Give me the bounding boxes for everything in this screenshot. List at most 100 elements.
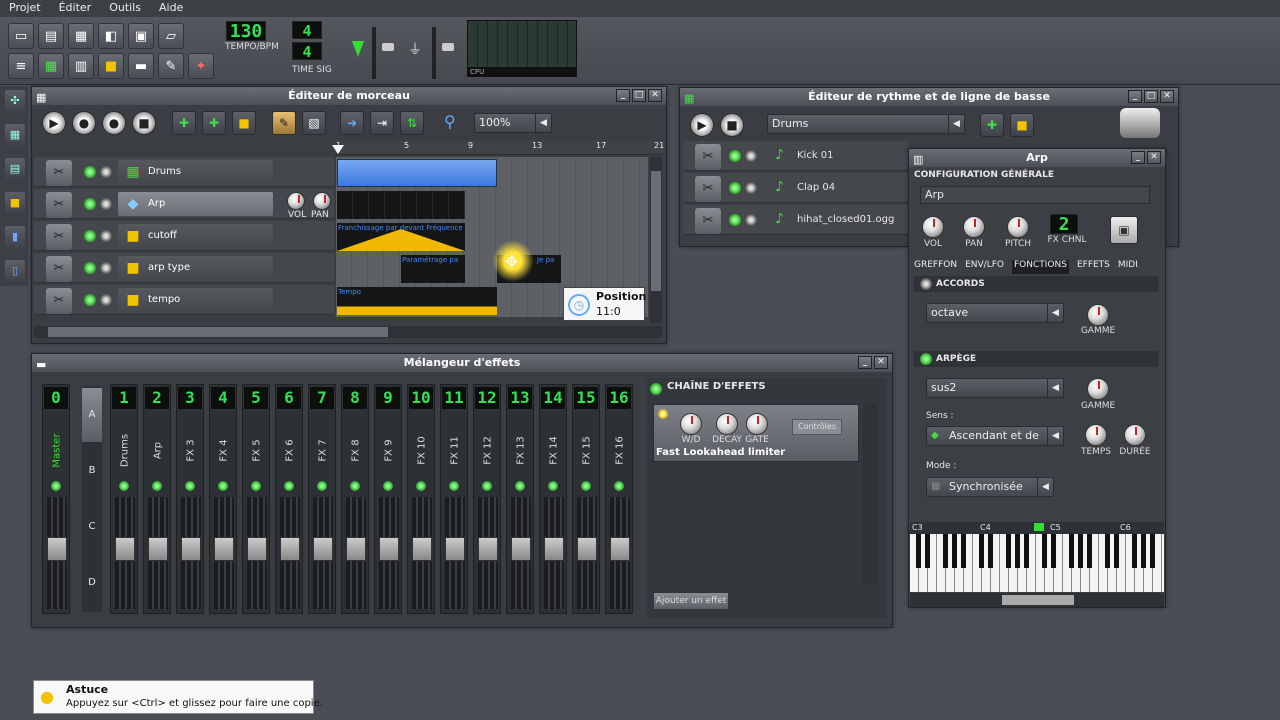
channel-mute-led[interactable] <box>548 481 558 491</box>
solo-led[interactable] <box>100 262 112 274</box>
tab-greffon[interactable]: GREFFON <box>914 260 957 274</box>
mixer-channel[interactable]: 15 FX 15 <box>572 384 600 614</box>
save-preset-icon[interactable]: ▣ <box>1110 216 1138 244</box>
controller-rack-icon[interactable]: ✦ <box>188 53 214 79</box>
bank-c-button[interactable]: C <box>82 500 102 554</box>
my-samples-icon[interactable]: ▤ <box>5 158 25 180</box>
minimize-button[interactable]: _ <box>616 89 630 102</box>
black-key[interactable] <box>1069 534 1074 568</box>
channel-mute-led[interactable] <box>251 481 261 491</box>
black-key[interactable] <box>1132 534 1137 568</box>
arp-vol-knob[interactable] <box>922 216 944 238</box>
fader-handle[interactable] <box>148 537 168 561</box>
channel-mute-led[interactable] <box>614 481 624 491</box>
fader-handle[interactable] <box>544 537 564 561</box>
track-actions-icon[interactable]: ✂ <box>46 160 72 186</box>
automation-editor-icon[interactable]: ■ <box>98 53 124 79</box>
record-button[interactable]: ● <box>72 111 96 135</box>
fader-handle[interactable] <box>47 537 67 561</box>
playhead-marker[interactable] <box>332 145 344 154</box>
close-button[interactable]: ✕ <box>648 89 662 102</box>
channel-mute-led[interactable] <box>218 481 228 491</box>
fader-handle[interactable] <box>280 537 300 561</box>
black-key[interactable] <box>925 534 930 568</box>
black-key[interactable] <box>961 534 966 568</box>
direction-select[interactable]: ◆ Ascendant et de ◀ <box>926 426 1064 446</box>
beat-editor-icon[interactable]: ≡ <box>8 53 34 79</box>
mute-led[interactable] <box>84 166 96 178</box>
mixer-channel[interactable]: 10 FX 10 <box>407 384 435 614</box>
bank-d-button[interactable]: D <box>82 556 102 610</box>
beat-track-label[interactable]: Clap 04 <box>797 182 835 193</box>
draw-mode-button[interactable]: ✎ <box>272 111 296 135</box>
black-key[interactable] <box>1105 534 1110 568</box>
solo-led[interactable] <box>100 198 112 210</box>
pan-knob[interactable] <box>313 192 331 210</box>
master-pitch-slider[interactable] <box>432 27 436 79</box>
channel-mute-led[interactable] <box>152 481 162 491</box>
song-editor-icon[interactable]: ▦ <box>38 53 64 79</box>
play-button[interactable]: ▶ <box>42 111 66 135</box>
solo-led[interactable] <box>745 214 757 226</box>
mixer-channel[interactable]: 5 FX 5 <box>242 384 270 614</box>
mixer-channel[interactable]: 0 Master <box>42 384 70 614</box>
new-from-template-icon[interactable]: ▤ <box>38 23 64 49</box>
channel-mute-led[interactable] <box>515 481 525 491</box>
fader-handle[interactable] <box>181 537 201 561</box>
arp-type-clip-1[interactable]: Paramétrage pa <box>401 255 465 283</box>
menu-outils[interactable]: Outils <box>100 0 150 17</box>
vertical-scrollbar[interactable] <box>650 157 662 323</box>
scroll-thumb[interactable] <box>651 171 661 291</box>
wd-knob[interactable] <box>680 413 702 435</box>
tab-fonctions[interactable]: FONCTIONS <box>1011 260 1069 274</box>
menu-projet[interactable]: Projet <box>0 0 50 17</box>
controls-button[interactable]: Contrôles <box>792 419 842 435</box>
base-note-marker[interactable] <box>1034 523 1044 531</box>
arp-window-title[interactable]: ▥ Arp _ ✕ <box>909 149 1165 167</box>
beat-play-button[interactable]: ▶ <box>690 113 714 137</box>
song-editor-title[interactable]: ▦ Éditeur de morceau _ □ ✕ <box>32 87 666 105</box>
fader-handle[interactable] <box>478 537 498 561</box>
track-name-drums[interactable]: ▦ Drums <box>118 160 273 184</box>
channel-mute-led[interactable] <box>284 481 294 491</box>
piano-keyboard[interactable] <box>910 534 1164 592</box>
stop-behaviour-button[interactable]: ⇅ <box>400 111 424 135</box>
add-beat-track-button[interactable]: ✚ <box>172 111 196 135</box>
mute-led[interactable] <box>84 262 96 274</box>
effect-slot[interactable]: W/D DECAY GATE Contrôles Fast Lookahead … <box>653 404 859 462</box>
my-projects-icon[interactable]: ▦ <box>5 124 25 146</box>
record-play-button[interactable]: ● <box>102 111 126 135</box>
mute-led[interactable] <box>729 150 741 162</box>
maximize-button[interactable]: □ <box>632 89 646 102</box>
tempo-display[interactable]: 130 <box>226 21 266 42</box>
mixer-channel[interactable]: 1 Drums <box>110 384 138 614</box>
fx-chain-scrollbar[interactable] <box>863 404 877 584</box>
instrument-name-field[interactable]: Arp <box>920 186 1150 204</box>
fader-handle[interactable] <box>610 537 630 561</box>
close-button[interactable]: ✕ <box>1147 151 1161 164</box>
instrument-plugins-icon[interactable]: ✣ <box>5 90 25 112</box>
fader-handle[interactable] <box>511 537 531 561</box>
track-name-tempo[interactable]: ■ tempo <box>118 288 273 312</box>
track-actions-icon[interactable]: ✂ <box>46 192 72 218</box>
track-actions-icon[interactable]: ✂ <box>695 208 721 234</box>
beat-stop-button[interactable]: ■ <box>720 113 744 137</box>
my-presets-icon[interactable]: ■ <box>5 192 25 214</box>
beat-pattern-select[interactable]: Drums ◀ <box>767 114 965 134</box>
mixer-channel[interactable]: 16 FX 16 <box>605 384 633 614</box>
mode-select[interactable]: ▦ Synchronisée ◀ <box>926 477 1054 497</box>
solo-led[interactable] <box>100 166 112 178</box>
mixer-channel[interactable]: 2 Arp <box>143 384 171 614</box>
mute-led[interactable] <box>84 294 96 306</box>
black-key[interactable] <box>979 534 984 568</box>
arp-gate-knob[interactable] <box>1124 424 1146 446</box>
add-effect-button[interactable]: Ajouter un effet <box>653 592 729 610</box>
mixer-channel[interactable]: 6 FX 6 <box>275 384 303 614</box>
project-notes-icon[interactable]: ✎ <box>158 53 184 79</box>
channel-mute-led[interactable] <box>383 481 393 491</box>
beat-track-label[interactable]: Kick 01 <box>797 150 834 161</box>
arp-time-knob[interactable] <box>1085 424 1107 446</box>
channel-mute-led[interactable] <box>119 481 129 491</box>
chord-select[interactable]: octave ◀ <box>926 303 1064 323</box>
black-key[interactable] <box>1078 534 1083 568</box>
